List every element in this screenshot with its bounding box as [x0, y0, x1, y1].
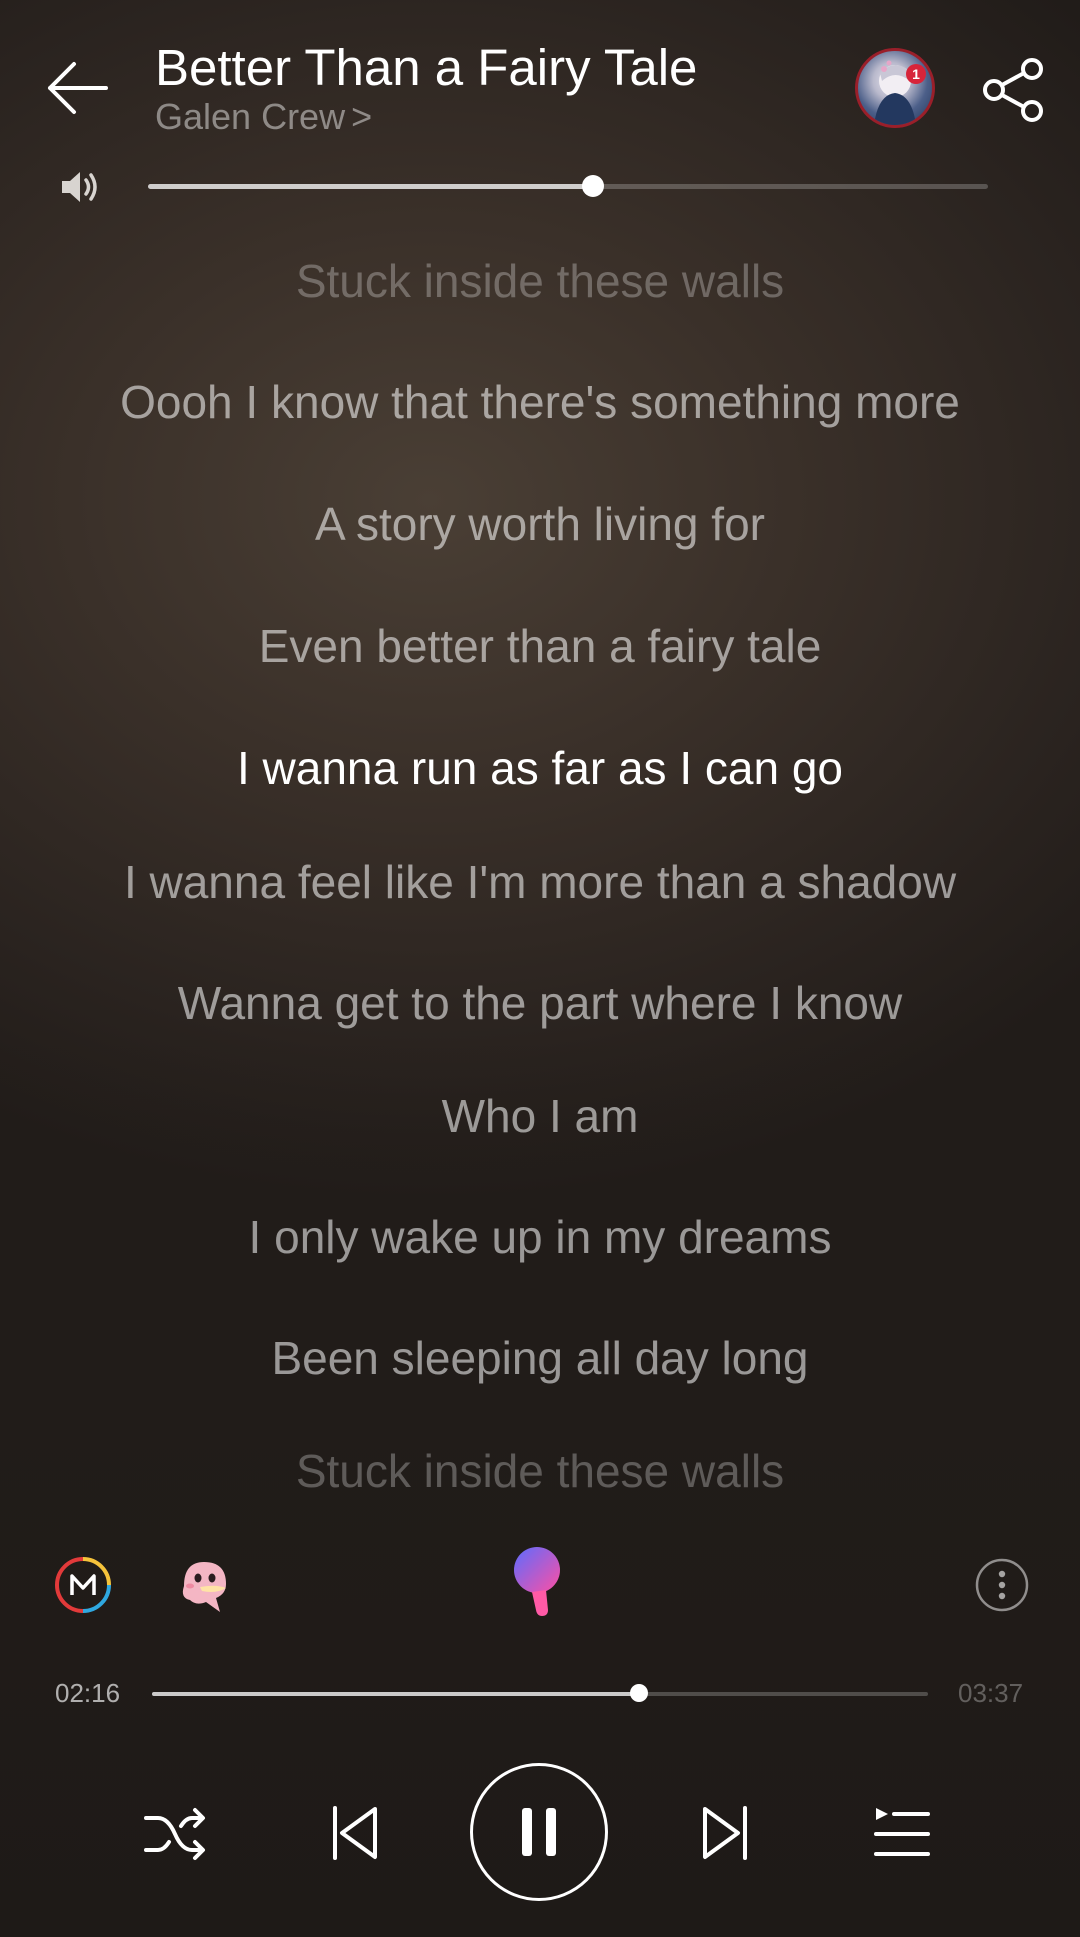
shuffle-icon[interactable]	[142, 1804, 208, 1864]
artist-link[interactable]: Galen Crew >	[155, 96, 372, 138]
play-pause-button[interactable]	[470, 1763, 608, 1901]
progress-fill	[152, 1692, 639, 1696]
playlist-icon[interactable]	[872, 1806, 930, 1860]
lyric-line: Oooh I know that there's something more	[120, 376, 960, 428]
lyric-line: Been sleeping all day long	[271, 1332, 809, 1384]
current-time: 02:16	[55, 1678, 121, 1708]
lyric-line-active: I wanna run as far as I can go	[236, 742, 844, 794]
total-duration: 03:37	[958, 1678, 1024, 1708]
artist-name: Galen Crew	[155, 96, 346, 137]
lyric-line: Even better than a fairy tale	[258, 620, 822, 672]
chevron-right-icon: >	[351, 96, 373, 137]
volume-slider[interactable]	[148, 175, 988, 197]
mv-icon[interactable]	[54, 1556, 112, 1614]
lyric-line: Wanna get to the part where I know	[177, 977, 903, 1029]
volume-fill	[148, 184, 594, 189]
lyric-line: Stuck inside these walls	[295, 255, 785, 307]
song-title: Better Than a Fairy Tale	[155, 39, 698, 96]
avatar[interactable]	[855, 48, 935, 128]
player-header: Better Than a Fairy Tale Galen Crew > 1	[0, 0, 1080, 150]
progress-thumb[interactable]	[629, 1684, 648, 1702]
share-icon[interactable]	[982, 58, 1044, 122]
lyric-line: I wanna feel like I'm more than a shadow	[123, 856, 957, 908]
lyric-line: A story worth living for	[315, 498, 765, 550]
volume-thumb[interactable]	[582, 175, 605, 197]
back-arrow-icon[interactable]	[44, 58, 110, 118]
notification-badge: 1	[906, 64, 926, 84]
speaker-icon[interactable]	[60, 168, 100, 206]
lyric-line: Who I am	[441, 1090, 639, 1142]
avatar-image	[874, 60, 916, 125]
lyric-line: Stuck inside these walls	[295, 1445, 785, 1497]
more-options-icon[interactable]	[975, 1558, 1029, 1612]
lyric-line: I only wake up in my dreams	[248, 1211, 832, 1263]
ghost-mascot-icon[interactable]	[176, 1556, 232, 1616]
karaoke-mic-icon[interactable]	[512, 1546, 568, 1618]
pause-icon	[522, 1808, 556, 1856]
progress-slider[interactable]	[152, 1684, 928, 1702]
next-icon[interactable]	[700, 1804, 750, 1862]
previous-icon[interactable]	[330, 1804, 380, 1862]
